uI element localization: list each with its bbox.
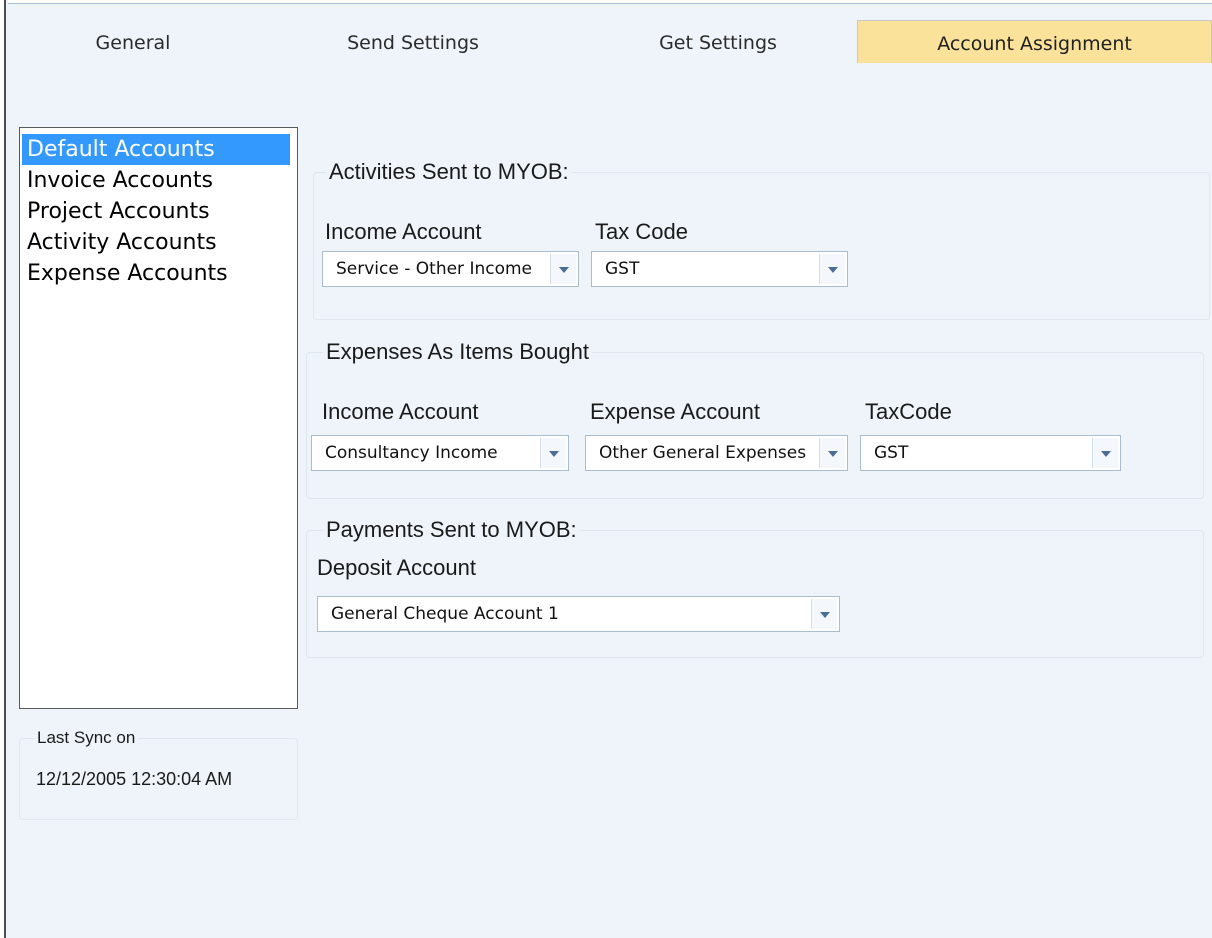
window-left-border bbox=[0, 0, 6, 938]
dropdown-button[interactable] bbox=[819, 254, 845, 284]
window-top-border bbox=[8, 0, 1212, 4]
expenses-expense-account-dropdown[interactable]: Other General Expenses bbox=[585, 435, 848, 471]
tab-send-settings[interactable]: Send Settings bbox=[298, 20, 528, 63]
expenses-group-title: Expenses As Items Bought bbox=[323, 339, 592, 365]
tab-general[interactable]: General bbox=[8, 20, 258, 63]
dropdown-button[interactable] bbox=[540, 438, 566, 468]
last-sync-label: Last Sync on bbox=[34, 728, 139, 748]
deposit-account-label: Deposit Account bbox=[317, 555, 476, 580]
expenses-income-account-label: Income Account bbox=[322, 399, 479, 424]
last-sync-timestamp: 12/12/2005 12:30:04 AM bbox=[36, 769, 233, 789]
chevron-down-icon bbox=[820, 612, 830, 618]
activities-group: Activities Sent to MYOB: Income Account … bbox=[313, 159, 1210, 320]
expenses-tax-code-label: TaxCode bbox=[865, 399, 952, 424]
dropdown-button[interactable] bbox=[819, 438, 845, 468]
list-item-project-accounts[interactable]: Project Accounts bbox=[22, 196, 295, 227]
activities-income-account-dropdown[interactable]: Service - Other Income bbox=[322, 251, 579, 287]
activities-income-account-value: Service - Other Income bbox=[336, 259, 532, 279]
deposit-account-value: General Cheque Account 1 bbox=[331, 604, 559, 624]
expenses-expense-account-value: Other General Expenses bbox=[599, 443, 807, 463]
dropdown-button[interactable] bbox=[1092, 438, 1118, 468]
deposit-account-dropdown[interactable]: General Cheque Account 1 bbox=[317, 596, 840, 632]
list-item-default-accounts[interactable]: Default Accounts bbox=[22, 134, 290, 165]
activities-group-title: Activities Sent to MYOB: bbox=[326, 159, 572, 185]
chevron-down-icon bbox=[828, 451, 838, 457]
expenses-income-account-value: Consultancy Income bbox=[325, 443, 498, 463]
list-item-expense-accounts[interactable]: Expense Accounts bbox=[22, 258, 295, 289]
tab-account-assignment[interactable]: Account Assignment bbox=[857, 20, 1212, 63]
expenses-group: Expenses As Items Bought Income Account … bbox=[306, 339, 1204, 499]
list-item-invoice-accounts[interactable]: Invoice Accounts bbox=[22, 165, 295, 196]
activities-tax-code-value: GST bbox=[605, 259, 640, 279]
payments-group-title: Payments Sent to MYOB: bbox=[323, 517, 580, 543]
activities-tax-code-label: Tax Code bbox=[595, 219, 688, 244]
expenses-tax-code-value: GST bbox=[874, 443, 909, 463]
chevron-down-icon bbox=[1101, 451, 1111, 457]
activities-tax-code-dropdown[interactable]: GST bbox=[591, 251, 848, 287]
expenses-income-account-dropdown[interactable]: Consultancy Income bbox=[311, 435, 569, 471]
tab-get-settings[interactable]: Get Settings bbox=[598, 20, 838, 63]
chevron-down-icon bbox=[559, 267, 569, 273]
expenses-expense-account-label: Expense Account bbox=[590, 399, 761, 424]
activities-income-account-label: Income Account bbox=[325, 219, 482, 244]
tab-strip: General Send Settings Get Settings Accou… bbox=[8, 20, 1212, 63]
payments-group: Payments Sent to MYOB: Deposit Account G… bbox=[306, 517, 1204, 658]
expenses-tax-code-dropdown[interactable]: GST bbox=[860, 435, 1121, 471]
list-item-activity-accounts[interactable]: Activity Accounts bbox=[22, 227, 295, 258]
dropdown-button[interactable] bbox=[550, 254, 576, 284]
chevron-down-icon bbox=[549, 451, 559, 457]
last-sync-group: Last Sync on 12/12/2005 12:30:04 AM bbox=[19, 728, 298, 820]
chevron-down-icon bbox=[828, 267, 838, 273]
dropdown-button[interactable] bbox=[811, 599, 837, 629]
account-type-list[interactable]: Default Accounts Invoice Accounts Projec… bbox=[19, 127, 298, 709]
